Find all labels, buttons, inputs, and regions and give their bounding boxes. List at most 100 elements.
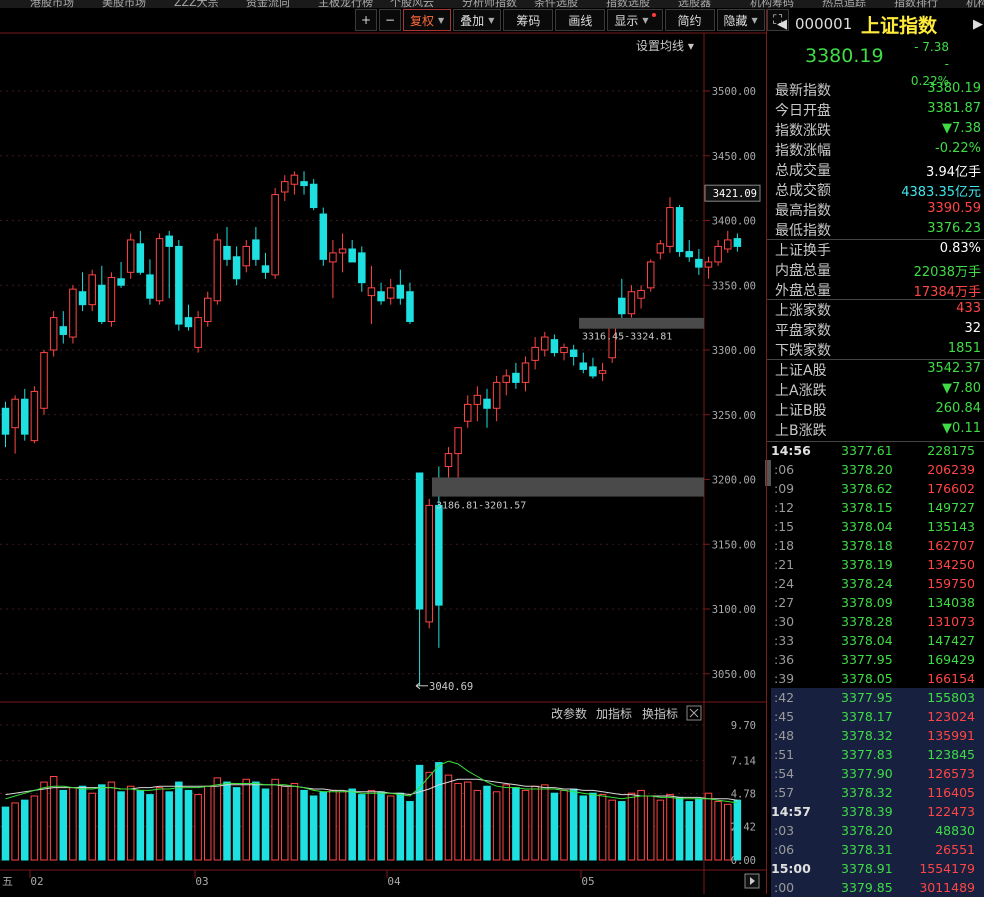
tick-row[interactable]: :00 3379.85 3011489 [771, 878, 984, 897]
volume-indicator-button[interactable]: 换指标 [642, 706, 678, 721]
tick-row[interactable]: 14:57 3378.39 122473 [771, 802, 984, 821]
candle-body [704, 261, 713, 268]
candle [329, 239, 337, 299]
candle-body [396, 284, 405, 299]
quote-row-value: 3381.87 [927, 101, 981, 116]
tick-row[interactable]: :33 3378.04 147427 [771, 631, 984, 650]
quote-row: 上A涨跌 ▼7.80 [767, 379, 984, 399]
candle [685, 239, 693, 262]
display-button[interactable]: 显示 ▼ [607, 9, 663, 31]
candle [146, 259, 154, 305]
candle-body [98, 284, 106, 323]
tick-row[interactable]: :24 3378.24 159750 [771, 574, 984, 593]
tick-row[interactable]: :45 3378.17 123024 [771, 707, 984, 726]
candle-body [367, 287, 376, 297]
tick-row[interactable]: :54 3377.90 126573 [771, 764, 984, 783]
hide-button[interactable]: 隐藏 ▼ [716, 9, 765, 31]
tick-row[interactable]: :03 3378.20 48830 [771, 821, 984, 840]
candle-body [637, 289, 645, 299]
candle-body [203, 297, 212, 323]
quote-row-label: 下跌家数 [775, 343, 831, 359]
candle-body [598, 370, 607, 374]
topnav-item[interactable]: 机构 [966, 0, 984, 8]
candle [1, 401, 10, 448]
volume-bar [309, 795, 318, 861]
tick-row[interactable]: :12 3378.15 149727 [771, 498, 984, 517]
tick-volume: 149727 [927, 500, 975, 515]
quote-row: 最新指数 3380.19 [767, 79, 984, 99]
candle [40, 350, 48, 415]
candle-body [88, 274, 96, 306]
candle-body [146, 274, 154, 299]
candle [213, 233, 222, 305]
prev-stock-icon[interactable]: ◀ [777, 17, 787, 32]
candle-body [49, 317, 58, 351]
simple-mode-button[interactable]: 简约 [664, 9, 715, 31]
draw-line-button[interactable]: 画线 [555, 9, 606, 31]
candle [281, 175, 289, 202]
tick-row[interactable]: :30 3378.28 131073 [771, 612, 984, 631]
candle-body [502, 375, 511, 383]
volume-bar [281, 785, 289, 861]
topnav-item[interactable]: 热点追踪 [822, 0, 866, 8]
candle [463, 395, 472, 428]
dropdown-arrow-icon: ▼ [488, 15, 495, 25]
tick-row[interactable]: :27 3378.09 134038 [771, 593, 984, 612]
candle-body [165, 235, 173, 247]
tick-time: 14:57 [771, 804, 811, 819]
candle-body [512, 372, 520, 383]
quote-row-value: 17384万手 [913, 285, 981, 300]
candle-body [579, 362, 588, 370]
overlay-button[interactable]: 叠加 ▼ [453, 9, 502, 31]
candle [473, 386, 482, 422]
tick-time: :06 [774, 462, 795, 477]
tick-row[interactable]: :39 3378.05 166154 [771, 669, 984, 688]
candle-body [569, 349, 578, 357]
candle-body [271, 194, 279, 276]
quote-row-value: 3390.59 [927, 201, 981, 216]
fuquan-button[interactable]: 复权 ▼ [403, 9, 452, 31]
tick-row[interactable]: :42 3377.95 155803 [771, 688, 984, 707]
candle-body [309, 183, 318, 209]
tick-volume: 162707 [927, 538, 975, 553]
tick-row[interactable]: :09 3378.62 176602 [771, 479, 984, 498]
tick-row[interactable]: :36 3377.95 169429 [771, 650, 984, 669]
candle [406, 282, 414, 325]
tick-time: :21 [774, 557, 795, 572]
tick-volume: 131073 [927, 614, 975, 629]
x-axis-label: 02 [30, 875, 43, 888]
candle-body [560, 346, 568, 354]
candle-body [733, 238, 742, 247]
tick-row[interactable]: :21 3378.19 134250 [771, 555, 984, 574]
tick-row[interactable]: :15 3378.04 135143 [771, 517, 984, 536]
volume-bar [733, 799, 742, 861]
tick-row[interactable]: :51 3377.83 123845 [771, 745, 984, 764]
tick-row[interactable]: :06 3378.31 26551 [771, 840, 984, 859]
tick-row[interactable]: 15:00 3378.91 1554179 [771, 859, 984, 878]
zoom-out-button[interactable]: − [379, 9, 401, 31]
volume-bar [40, 781, 48, 861]
tick-price: 3378.20 [841, 462, 893, 477]
tick-row[interactable]: :57 3378.32 116405 [771, 783, 984, 802]
tick-row[interactable]: :48 3378.32 135991 [771, 726, 984, 745]
candle [579, 352, 588, 374]
kline-chart[interactable]: 设置均线 ▾ 3500.00 3450.00 3400.00 3350.00 3300.0… [0, 0, 766, 894]
zoom-in-button[interactable]: + [355, 9, 377, 31]
candle [704, 256, 713, 279]
chips-button[interactable]: 筹码 [503, 9, 554, 31]
y-tick-label: 3300.00 [712, 345, 756, 357]
tick-row[interactable]: :06 3378.20 206239 [771, 460, 984, 479]
volume-indicator-button[interactable]: 加指标 [596, 706, 632, 721]
candle [78, 272, 87, 312]
quote-panel: ◀ 000001 上证指数 ▶ 3380.19 - 7.38 - 0.22% 最… [766, 9, 984, 897]
candle [569, 344, 578, 366]
next-stock-icon[interactable]: ▶ [973, 17, 983, 32]
topnav-item[interactable]: 指数排行 [894, 0, 938, 8]
candle-body [348, 248, 356, 263]
volume-bar [502, 784, 511, 861]
volume-bar [463, 781, 472, 861]
tick-row[interactable]: 14:56 3377.61 228175 [771, 441, 984, 460]
candle [695, 248, 703, 275]
volume-indicator-button[interactable]: 改参数 [551, 706, 587, 721]
tick-row[interactable]: :18 3378.18 162707 [771, 536, 984, 555]
